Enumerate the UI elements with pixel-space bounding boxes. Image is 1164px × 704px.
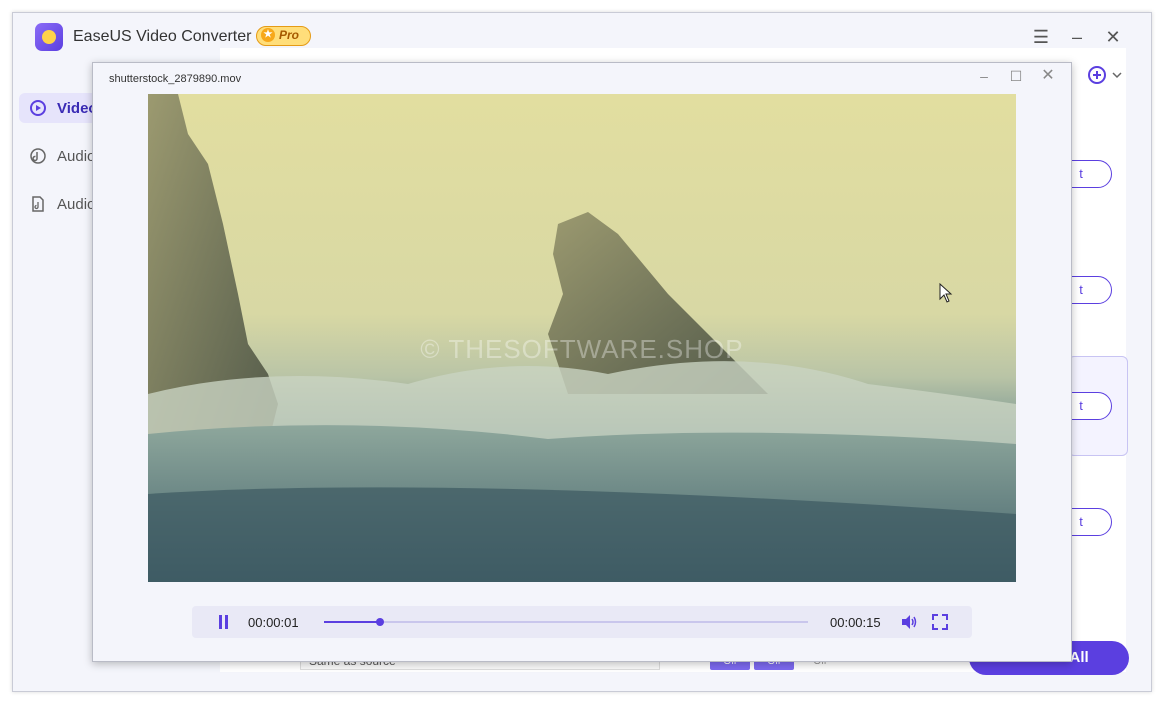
minimize-icon[interactable]: ‒ bbox=[1067, 27, 1087, 47]
sidebar-item-label: Audio bbox=[57, 196, 96, 213]
star-icon: ★ bbox=[261, 28, 275, 42]
seek-bar[interactable] bbox=[324, 618, 808, 626]
video-convert-icon bbox=[30, 100, 46, 116]
fullscreen-icon[interactable] bbox=[932, 614, 948, 630]
hamburger-icon[interactable]: ☰ bbox=[1031, 27, 1051, 47]
pro-badge-label: Pro bbox=[279, 28, 300, 42]
pro-badge[interactable]: ★ Pro bbox=[256, 26, 311, 46]
add-file-button[interactable] bbox=[1077, 62, 1127, 88]
close-icon[interactable]: ✕ bbox=[1103, 27, 1123, 47]
app-logo-icon bbox=[35, 23, 63, 51]
sidebar-item-label: Audio bbox=[57, 148, 96, 165]
audio-file-icon bbox=[32, 196, 44, 212]
seek-bar-progress bbox=[324, 621, 381, 623]
seek-bar-handle[interactable] bbox=[376, 618, 385, 626]
volume-icon[interactable] bbox=[900, 614, 918, 630]
player-filename: shutterstock_2879890.mov bbox=[109, 73, 242, 85]
total-time: 00:00:15 bbox=[830, 615, 881, 630]
close-icon[interactable]: ✕ bbox=[1039, 67, 1057, 85]
video-player-window: shutterstock_2879890.mov – ☐ ✕ © THESOFT… bbox=[92, 62, 1072, 662]
mouse-cursor-icon bbox=[939, 283, 953, 303]
maximize-icon[interactable]: ☐ bbox=[1007, 67, 1025, 85]
pause-icon[interactable] bbox=[218, 615, 230, 629]
player-controls: 00:00:01 00:00:15 bbox=[192, 606, 972, 638]
audio-convert-icon bbox=[30, 148, 46, 164]
minimize-icon[interactable]: – bbox=[975, 67, 993, 85]
current-time: 00:00:01 bbox=[248, 615, 299, 630]
video-watermark: © THESOFTWARE.SHOP bbox=[420, 334, 744, 364]
video-frame[interactable]: © THESOFTWARE.SHOP bbox=[148, 94, 1016, 582]
app-title: EaseUS Video Converter bbox=[73, 28, 252, 45]
